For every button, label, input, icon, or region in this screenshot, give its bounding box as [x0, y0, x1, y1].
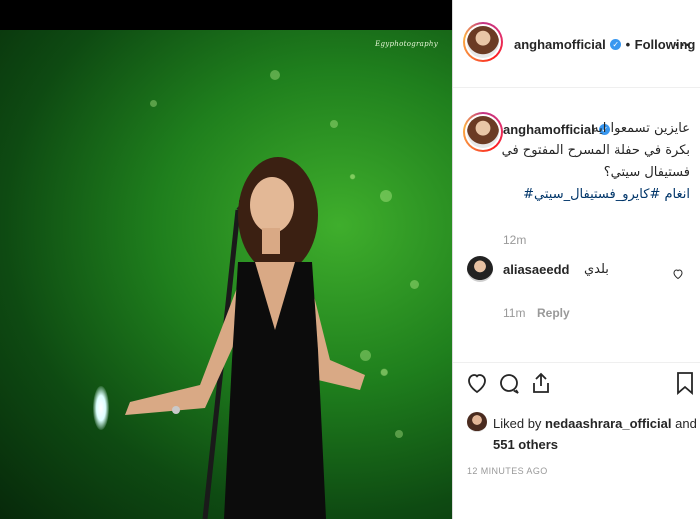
liker-avatar[interactable] [467, 412, 487, 432]
profile-avatar[interactable] [463, 22, 503, 62]
likes-prefix: Liked by [493, 416, 542, 431]
verified-badge-icon: ✓ [610, 39, 622, 51]
caption-section: anghamofficial ✓ عايزين تسمعوا ايه بكرة … [453, 88, 700, 368]
reply-button[interactable]: Reply [537, 306, 570, 320]
caption-line-3: فستيفال سيتي؟ [603, 165, 690, 180]
caption-line-2: بكرة في حفلة المسرح المفتوح في [501, 143, 690, 158]
comment-heart-icon[interactable] [672, 268, 684, 280]
liker-username[interactable]: nedaashrara_official [545, 416, 671, 431]
action-bar [453, 362, 700, 406]
singer-figure [125, 157, 365, 519]
header-username[interactable]: anghamofficial [514, 37, 606, 52]
commenter-avatar[interactable] [467, 256, 493, 282]
comment-time: 11m [503, 306, 526, 320]
comment-icon[interactable] [497, 371, 521, 395]
likes-summary: Liked by nedaashrara_official and 551 ot… [493, 413, 697, 455]
caption-line-1: عايزين تسمعوا ايه [592, 121, 690, 136]
bookmark-icon[interactable] [675, 371, 695, 395]
more-options-icon[interactable]: ... [675, 33, 691, 51]
caption-text: عايزين تسمعوا ايه بكرة في حفلة المسرح ال… [500, 118, 690, 206]
heart-icon[interactable] [465, 371, 489, 395]
caption-hashtags[interactable]: انغام #كايرو_فستيفال_سيتي# [500, 184, 690, 206]
header-user-row: anghamofficial ✓ • Following [514, 36, 695, 54]
post-photo[interactable]: Egyphotography [0, 30, 452, 519]
caption-avatar[interactable] [463, 112, 503, 152]
post-header: anghamofficial ✓ • Following ... [453, 0, 700, 88]
post-side-panel: anghamofficial ✓ • Following ... anghamo… [452, 0, 700, 519]
comment-username[interactable]: aliasaeedd [503, 262, 570, 277]
likes-others-link[interactable]: 551 others [493, 437, 558, 452]
caption-time: 12m [503, 233, 527, 247]
follow-separator: • [625, 37, 631, 52]
share-icon[interactable] [529, 371, 553, 395]
posted-timestamp: 12 MINUTES AGO [467, 466, 548, 476]
likes-and: and [675, 416, 697, 431]
comment-text: بلدي [584, 262, 609, 277]
photo-top-bar [0, 0, 452, 30]
